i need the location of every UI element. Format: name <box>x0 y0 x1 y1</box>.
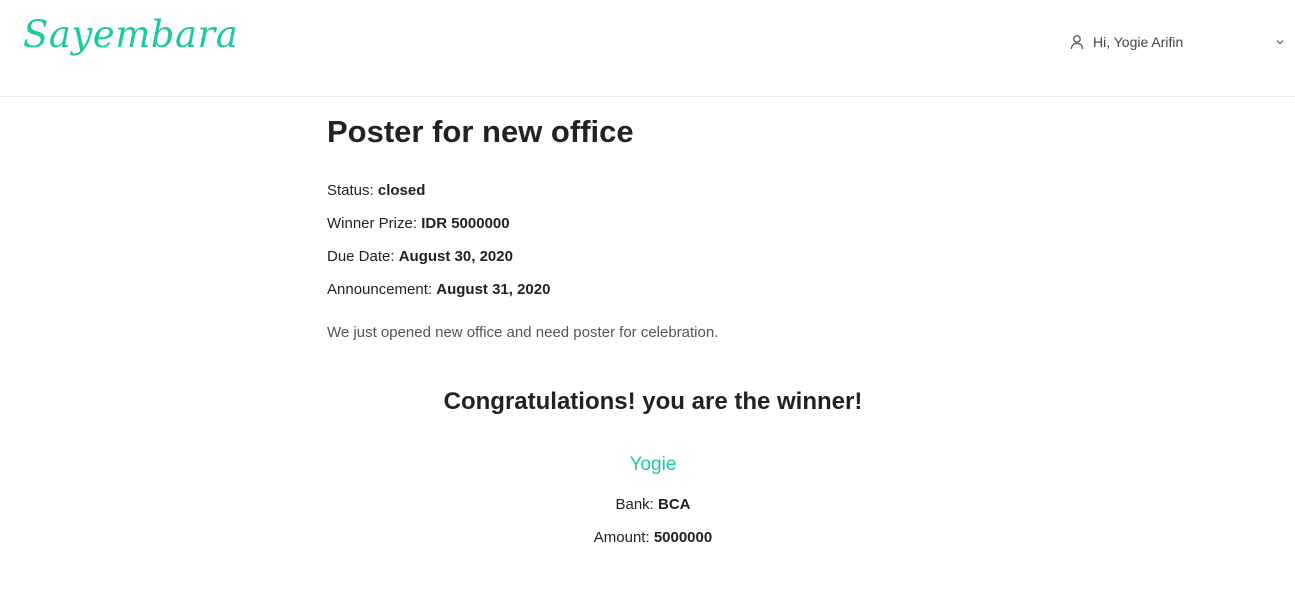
user-greeting: Hi, Yogie Arifin <box>1093 34 1184 50</box>
bank-label: Bank: <box>615 496 654 513</box>
announcement-label: Announcement: <box>327 281 433 298</box>
amount-line: Amount: 5000000 <box>327 529 979 546</box>
due-date-label: Due Date: <box>327 248 395 265</box>
due-date-line: Due Date: August 30, 2020 <box>327 248 513 265</box>
navbar: Sayembara Hi, Yogie Arifin <box>0 0 1295 97</box>
user-icon <box>1069 34 1085 50</box>
winner-heading: Congratulations! you are the winner! <box>443 388 863 415</box>
status-line: Status: closed <box>327 182 425 199</box>
bank-value: BCA <box>658 496 691 513</box>
contest-description: We just opened new office and need poste… <box>327 324 719 341</box>
winner-section: Congratulations! you are the winner! Yog… <box>327 386 979 546</box>
status-label: Status: <box>327 182 374 199</box>
bank-line: Bank: BCA <box>327 496 979 513</box>
status-value: closed <box>377 182 426 199</box>
announcement-value: August 31, 2020 <box>436 281 551 298</box>
prize-label: Winner Prize: <box>327 215 418 232</box>
amount-label: Amount: <box>593 529 650 546</box>
page-title: Poster for new office <box>327 114 634 149</box>
prize-value: IDR 5000000 <box>421 215 510 232</box>
amount-value: 5000000 <box>653 529 713 546</box>
user-menu-dropdown[interactable]: Hi, Yogie Arifin <box>1069 32 1289 52</box>
announcement-line: Announcement: August 31, 2020 <box>327 281 550 298</box>
prize-line: Winner Prize: IDR 5000000 <box>327 215 510 232</box>
winner-name: Yogie <box>629 454 677 475</box>
contest-details: Poster for new office Status: closed Win… <box>327 110 979 341</box>
logo[interactable]: Sayembara <box>23 16 238 53</box>
due-date-value: August 30, 2020 <box>398 248 513 265</box>
chevron-down-icon <box>1274 35 1286 47</box>
